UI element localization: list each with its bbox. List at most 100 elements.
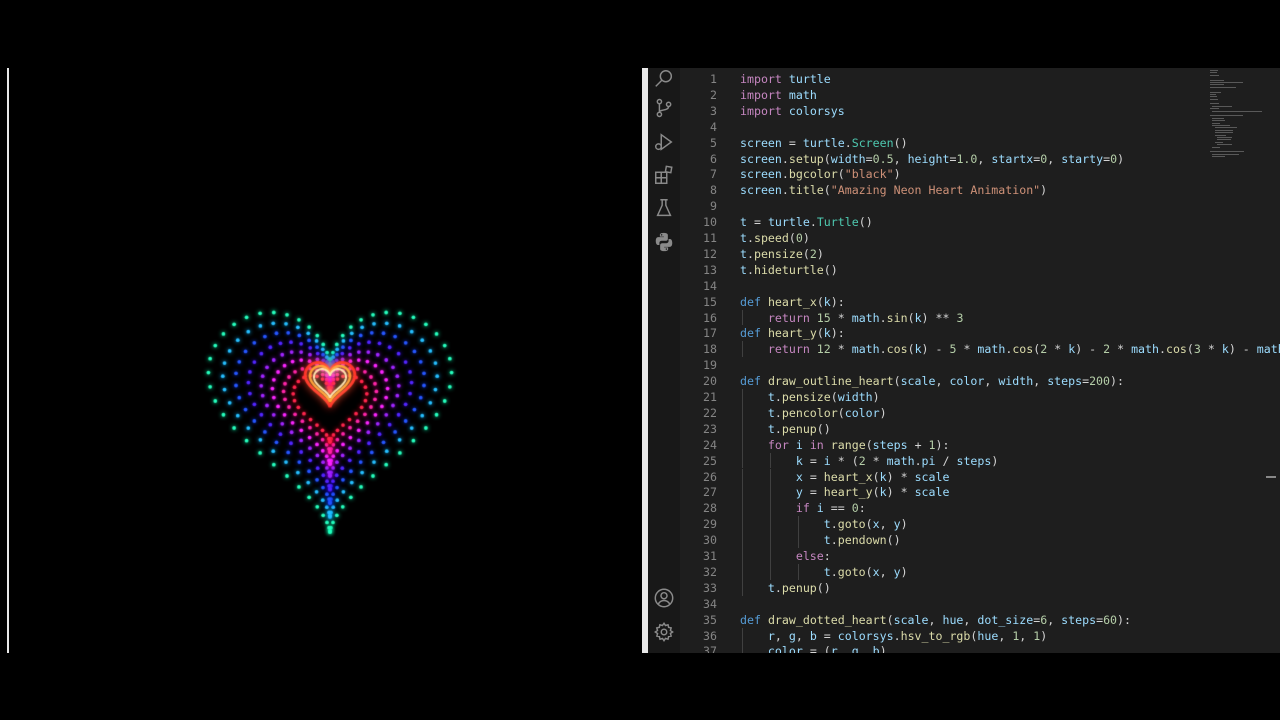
code-line[interactable]: 30 t.pendown() [680, 532, 1240, 548]
indent-guide [770, 484, 771, 501]
indent-guide [798, 516, 799, 533]
code-line[interactable]: 28 if i == 0: [680, 500, 1240, 516]
minimap-line [1210, 84, 1224, 86]
account-icon[interactable] [653, 587, 675, 609]
line-number: 10 [703, 215, 717, 230]
code-line[interactable]: 5 screen = turtle.Screen() [680, 135, 1240, 151]
line-number: 15 [703, 294, 717, 309]
line-text: return 12 * math.cos(k) - 5 * math.cos(2… [767, 342, 1280, 357]
code-line[interactable]: 37 color = (r, g, b) [680, 643, 1240, 653]
code-line[interactable]: 7 screen.bgcolor("black") [680, 166, 1240, 182]
code-line[interactable]: 26 x = heart_x(k) * scale [680, 469, 1240, 485]
code-line[interactable]: 34 [680, 596, 1240, 612]
code-line[interactable]: 18 return 12 * math.cos(k) - 5 * math.co… [680, 341, 1280, 357]
code-line[interactable]: 1 import turtle [680, 71, 1240, 87]
minimap-line [1210, 98, 1219, 100]
line-text: t.pencolor(color) [767, 405, 887, 420]
code-line[interactable]: 11 t.speed(0) [680, 230, 1240, 246]
line-text: t.pensize(width) [767, 390, 880, 404]
code-line[interactable]: 15 def heart_x(k): [680, 294, 1240, 310]
line-number: 7 [710, 167, 717, 182]
activity-bar [648, 68, 681, 653]
line-number: 34 [703, 596, 717, 611]
minimap-line [1217, 144, 1232, 146]
code-line[interactable]: 14 [680, 278, 1240, 294]
code-line[interactable]: 33 t.penup() [680, 580, 1240, 596]
line-number: 18 [703, 342, 717, 357]
line-number: 36 [703, 628, 717, 643]
python-icon[interactable] [653, 231, 675, 253]
line-text: k = i * (2 * math.pi / steps) [795, 453, 999, 468]
code-line[interactable]: 13 t.hideturtle() [680, 262, 1240, 278]
indent-guide [798, 563, 799, 580]
line-number: 1 [710, 72, 717, 86]
line-text: import math [740, 87, 817, 102]
line-number: 23 [703, 421, 717, 436]
indent-guide [742, 309, 743, 326]
line-text: r, g, b = colorsys.hsv_to_rgb(hue, 1, 1) [767, 628, 1048, 643]
code-line[interactable]: 17 def heart_y(k): [680, 325, 1240, 341]
run-debug-icon[interactable] [653, 131, 675, 153]
code-line[interactable]: 9 [680, 198, 1240, 214]
line-text: screen = turtle.Screen() [740, 135, 908, 150]
minimap-line [1214, 134, 1226, 136]
minimap-line [1214, 129, 1233, 131]
line-text: t.hideturtle() [740, 262, 838, 277]
line-text: t.penup() [767, 580, 831, 595]
code-line[interactable]: 10 t = turtle.Turtle() [680, 214, 1240, 230]
minimap-line [1210, 70, 1218, 71]
testing-icon[interactable] [653, 197, 675, 219]
line-text: def heart_y(k): [740, 326, 845, 341]
indent-guide [742, 452, 743, 469]
code-line[interactable]: 20 def draw_outline_heart(scale, color, w… [680, 373, 1240, 389]
code-line[interactable]: 24 for i in range(steps + 1): [680, 437, 1240, 453]
code-line[interactable]: 25 k = i * (2 * math.pi / steps) [680, 453, 1240, 469]
code-line[interactable]: 35 def draw_dotted_heart(scale, hue, dot_… [680, 612, 1240, 628]
code-line[interactable]: 4 [680, 119, 1240, 135]
line-number: 20 [703, 374, 717, 389]
line-text: return 15 * math.sin(k) ** 3 [767, 310, 964, 325]
code-line[interactable]: 31 else: [680, 548, 1240, 564]
code-line[interactable]: 27 y = heart_y(k) * scale [680, 484, 1240, 500]
code-line[interactable]: 19 [680, 357, 1240, 373]
line-number: 13 [703, 262, 717, 277]
line-number: 25 [703, 453, 717, 468]
line-number: 26 [703, 469, 717, 484]
settings-icon[interactable] [653, 621, 675, 643]
indent-guide [798, 532, 799, 548]
line-number: 3 [710, 103, 717, 118]
code-line[interactable]: 23 t.penup() [680, 421, 1240, 437]
code-line[interactable]: 32 t.goto(x, y) [680, 564, 1240, 580]
indent-guide [742, 484, 743, 501]
line-text: t.goto(x, y) [823, 517, 908, 532]
indent-guide [742, 420, 743, 437]
neon-heart-canvas [0, 68, 645, 653]
line-text: screen.bgcolor("black") [740, 167, 901, 182]
line-number: 6 [710, 151, 717, 166]
indent-guide [770, 516, 771, 533]
code-line[interactable]: 6 screen.setup(width=0.5, height=1.0, sta… [680, 151, 1240, 167]
scrollbar-indicator[interactable] [1266, 476, 1276, 478]
minimap-line [1214, 127, 1237, 129]
indent-guide [742, 404, 743, 421]
source-control-icon[interactable] [653, 97, 675, 119]
code-line[interactable]: 29 t.goto(x, y) [680, 516, 1240, 532]
code-line[interactable]: 12 t.pensize(2) [680, 246, 1240, 262]
code-line[interactable]: 8 screen.title("Amazing Neon Heart Animat… [680, 182, 1240, 198]
code-line[interactable]: 36 r, g, b = colorsys.hsv_to_rgb(hue, 1,… [680, 628, 1240, 644]
code-line[interactable]: 21 t.pensize(width) [680, 389, 1240, 405]
code-line[interactable]: 22 t.pencolor(color) [680, 405, 1240, 421]
indent-guide [742, 516, 743, 533]
minimap-line [1212, 146, 1221, 148]
code-line[interactable]: 3 import colorsys [680, 103, 1240, 119]
code-line[interactable]: 2 import math [680, 87, 1240, 103]
minimap-line [1210, 151, 1244, 153]
line-number: 16 [703, 310, 717, 325]
indent-guide [770, 468, 771, 485]
code-line[interactable]: 16 return 15 * math.sin(k) ** 3 [680, 310, 1240, 326]
minimap[interactable] [1210, 70, 1262, 170]
line-text: color = (r, g, b) [767, 644, 887, 653]
search-icon[interactable] [653, 68, 675, 90]
code-text-area[interactable]: 1 import turtle 2 import math 3 import colors… [680, 68, 1280, 653]
extensions-icon[interactable] [653, 164, 675, 186]
